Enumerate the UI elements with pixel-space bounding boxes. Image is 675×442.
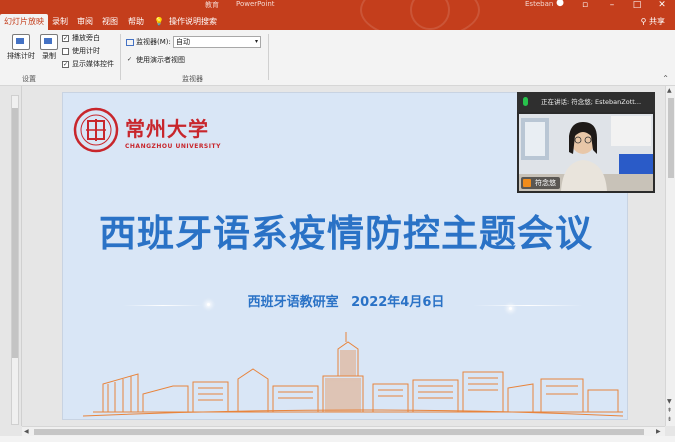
video-call-panel[interactable]: 正在讲话: 符念悠; EstebanZott... 符念悠 <box>517 92 655 193</box>
media-controls-checkbox[interactable]: ✓ 显示媒体控件 <box>62 59 114 70</box>
tell-me-search[interactable]: 操作说明搜索 <box>165 14 221 30</box>
logo-english-text: CHANGZHOU UNIVERSITY <box>125 143 221 150</box>
checkbox-box: ✓ <box>62 34 69 42</box>
logo-chinese-text: 常州大学 <box>125 117 209 141</box>
speaking-indicator: 正在讲话: 符念悠; EstebanZott... <box>541 98 642 106</box>
minimize-icon[interactable]: – <box>605 0 619 10</box>
participant-video[interactable]: 符念悠 <box>519 114 653 191</box>
scroll-right-icon[interactable]: ▶ <box>656 428 661 435</box>
tab-record[interactable]: 录制 <box>48 14 72 30</box>
scroll-up-icon[interactable]: ▲ <box>667 87 672 94</box>
share-button[interactable]: ⚲ 共享 <box>641 14 665 30</box>
window-title-left: 教育 <box>205 1 219 9</box>
record-icon <box>40 34 58 50</box>
record-label: 录制 <box>42 52 56 60</box>
tab-help[interactable]: 帮助 <box>124 14 148 30</box>
university-logo: 常州大学 CHANGZHOU UNIVERSITY <box>73 107 223 153</box>
rehearse-timings-button[interactable]: 排练计时 <box>6 34 36 61</box>
presenter-view-checkbox[interactable]: ✓ 使用演示者视图 <box>126 55 185 66</box>
user-name[interactable]: Esteban <box>525 0 553 8</box>
monitor-label: 监视器(M): <box>136 38 171 46</box>
checkbox-label: 显示媒体控件 <box>72 60 114 68</box>
vertical-scrollbar[interactable]: ▲ ▼ ⇞ ⇟ <box>665 86 675 426</box>
slide-title: 西班牙语系疫情防控主题会议 <box>99 212 593 255</box>
meeting-date: 2022年4月6日 <box>351 295 445 310</box>
ribbon-panel: 排练计时 录制 ✓ 播放旁白 使用计时 ✓ 显示媒体控件 设置 监视器(M): 自动… <box>0 30 675 86</box>
next-slide-icon[interactable]: ⇟ <box>667 416 672 423</box>
participant-name-tag: 符念悠 <box>521 177 560 189</box>
scroll-down-icon[interactable]: ▼ <box>667 398 672 405</box>
checkbox-label: 使用计时 <box>72 47 100 55</box>
monitor-label-row: 监视器(M): <box>126 37 171 48</box>
department-name: 西班牙语教研室 <box>247 295 339 310</box>
slide-subtitle: 西班牙语教研室 2022年4月6日 <box>63 291 627 310</box>
campus-skyline-illustration <box>82 332 624 417</box>
status-bar <box>0 436 675 442</box>
speaker-bar: 正在讲话: 符念悠; EstebanZott... <box>517 92 655 112</box>
scroll-left-icon[interactable]: ◀ <box>24 428 29 435</box>
scrollbar-thumb[interactable] <box>12 108 18 358</box>
ribbon-tab-bar: 教育 PowerPoint Esteban ● ▫ – □ ✕ 幻灯片放映 录制… <box>0 0 675 30</box>
scrollbar-thumb[interactable] <box>34 429 644 435</box>
ribbon-display-icon[interactable]: ▫ <box>578 0 592 10</box>
previous-slide-icon[interactable]: ⇞ <box>667 407 672 414</box>
university-seal-icon <box>73 107 119 153</box>
maximize-icon[interactable]: □ <box>630 0 644 10</box>
microphone-icon <box>523 97 528 106</box>
participant-name: 符念悠 <box>535 179 556 187</box>
rehearse-icon <box>12 34 30 50</box>
tab-review[interactable]: 审阅 <box>73 14 97 30</box>
checkmark-icon: ✓ <box>126 55 133 63</box>
chevron-down-icon: ▾ <box>254 38 258 45</box>
rehearse-label: 排练计时 <box>7 52 35 60</box>
avatar[interactable]: ● <box>553 0 567 8</box>
collapse-ribbon-icon[interactable]: ⌃ <box>662 74 669 83</box>
checkbox-label: 播放旁白 <box>72 34 100 42</box>
group-divider <box>268 34 269 80</box>
user-badge-icon <box>523 179 531 187</box>
horizontal-scrollbar[interactable]: ◀ ▶ <box>22 426 665 436</box>
record-button[interactable]: 录制 <box>38 34 60 61</box>
checkbox-box: ✓ <box>62 60 69 68</box>
monitor-value: 自动 <box>176 38 190 46</box>
window-title-app: PowerPoint <box>236 0 275 8</box>
tab-view[interactable]: 视图 <box>98 14 122 30</box>
use-timings-checkbox[interactable]: 使用计时 <box>62 46 100 57</box>
narrations-checkbox[interactable]: ✓ 播放旁白 <box>62 33 100 44</box>
checkbox-label: 使用演示者视图 <box>136 56 185 64</box>
monitor-icon <box>126 38 134 46</box>
scrollbar-thumb[interactable] <box>668 98 674 178</box>
thumbnail-scrollbar[interactable] <box>11 95 19 425</box>
close-icon[interactable]: ✕ <box>655 0 669 10</box>
tab-slideshow[interactable]: 幻灯片放映 <box>0 14 48 30</box>
checkbox-box <box>62 47 69 55</box>
monitor-dropdown[interactable]: 自动 ▾ <box>173 36 261 48</box>
group-label-monitors: 监视器 <box>182 75 203 83</box>
group-label-setup: 设置 <box>22 75 36 83</box>
group-divider <box>120 34 121 80</box>
person-icon: ⚲ <box>640 17 649 26</box>
share-button-label: 共享 <box>649 17 665 26</box>
